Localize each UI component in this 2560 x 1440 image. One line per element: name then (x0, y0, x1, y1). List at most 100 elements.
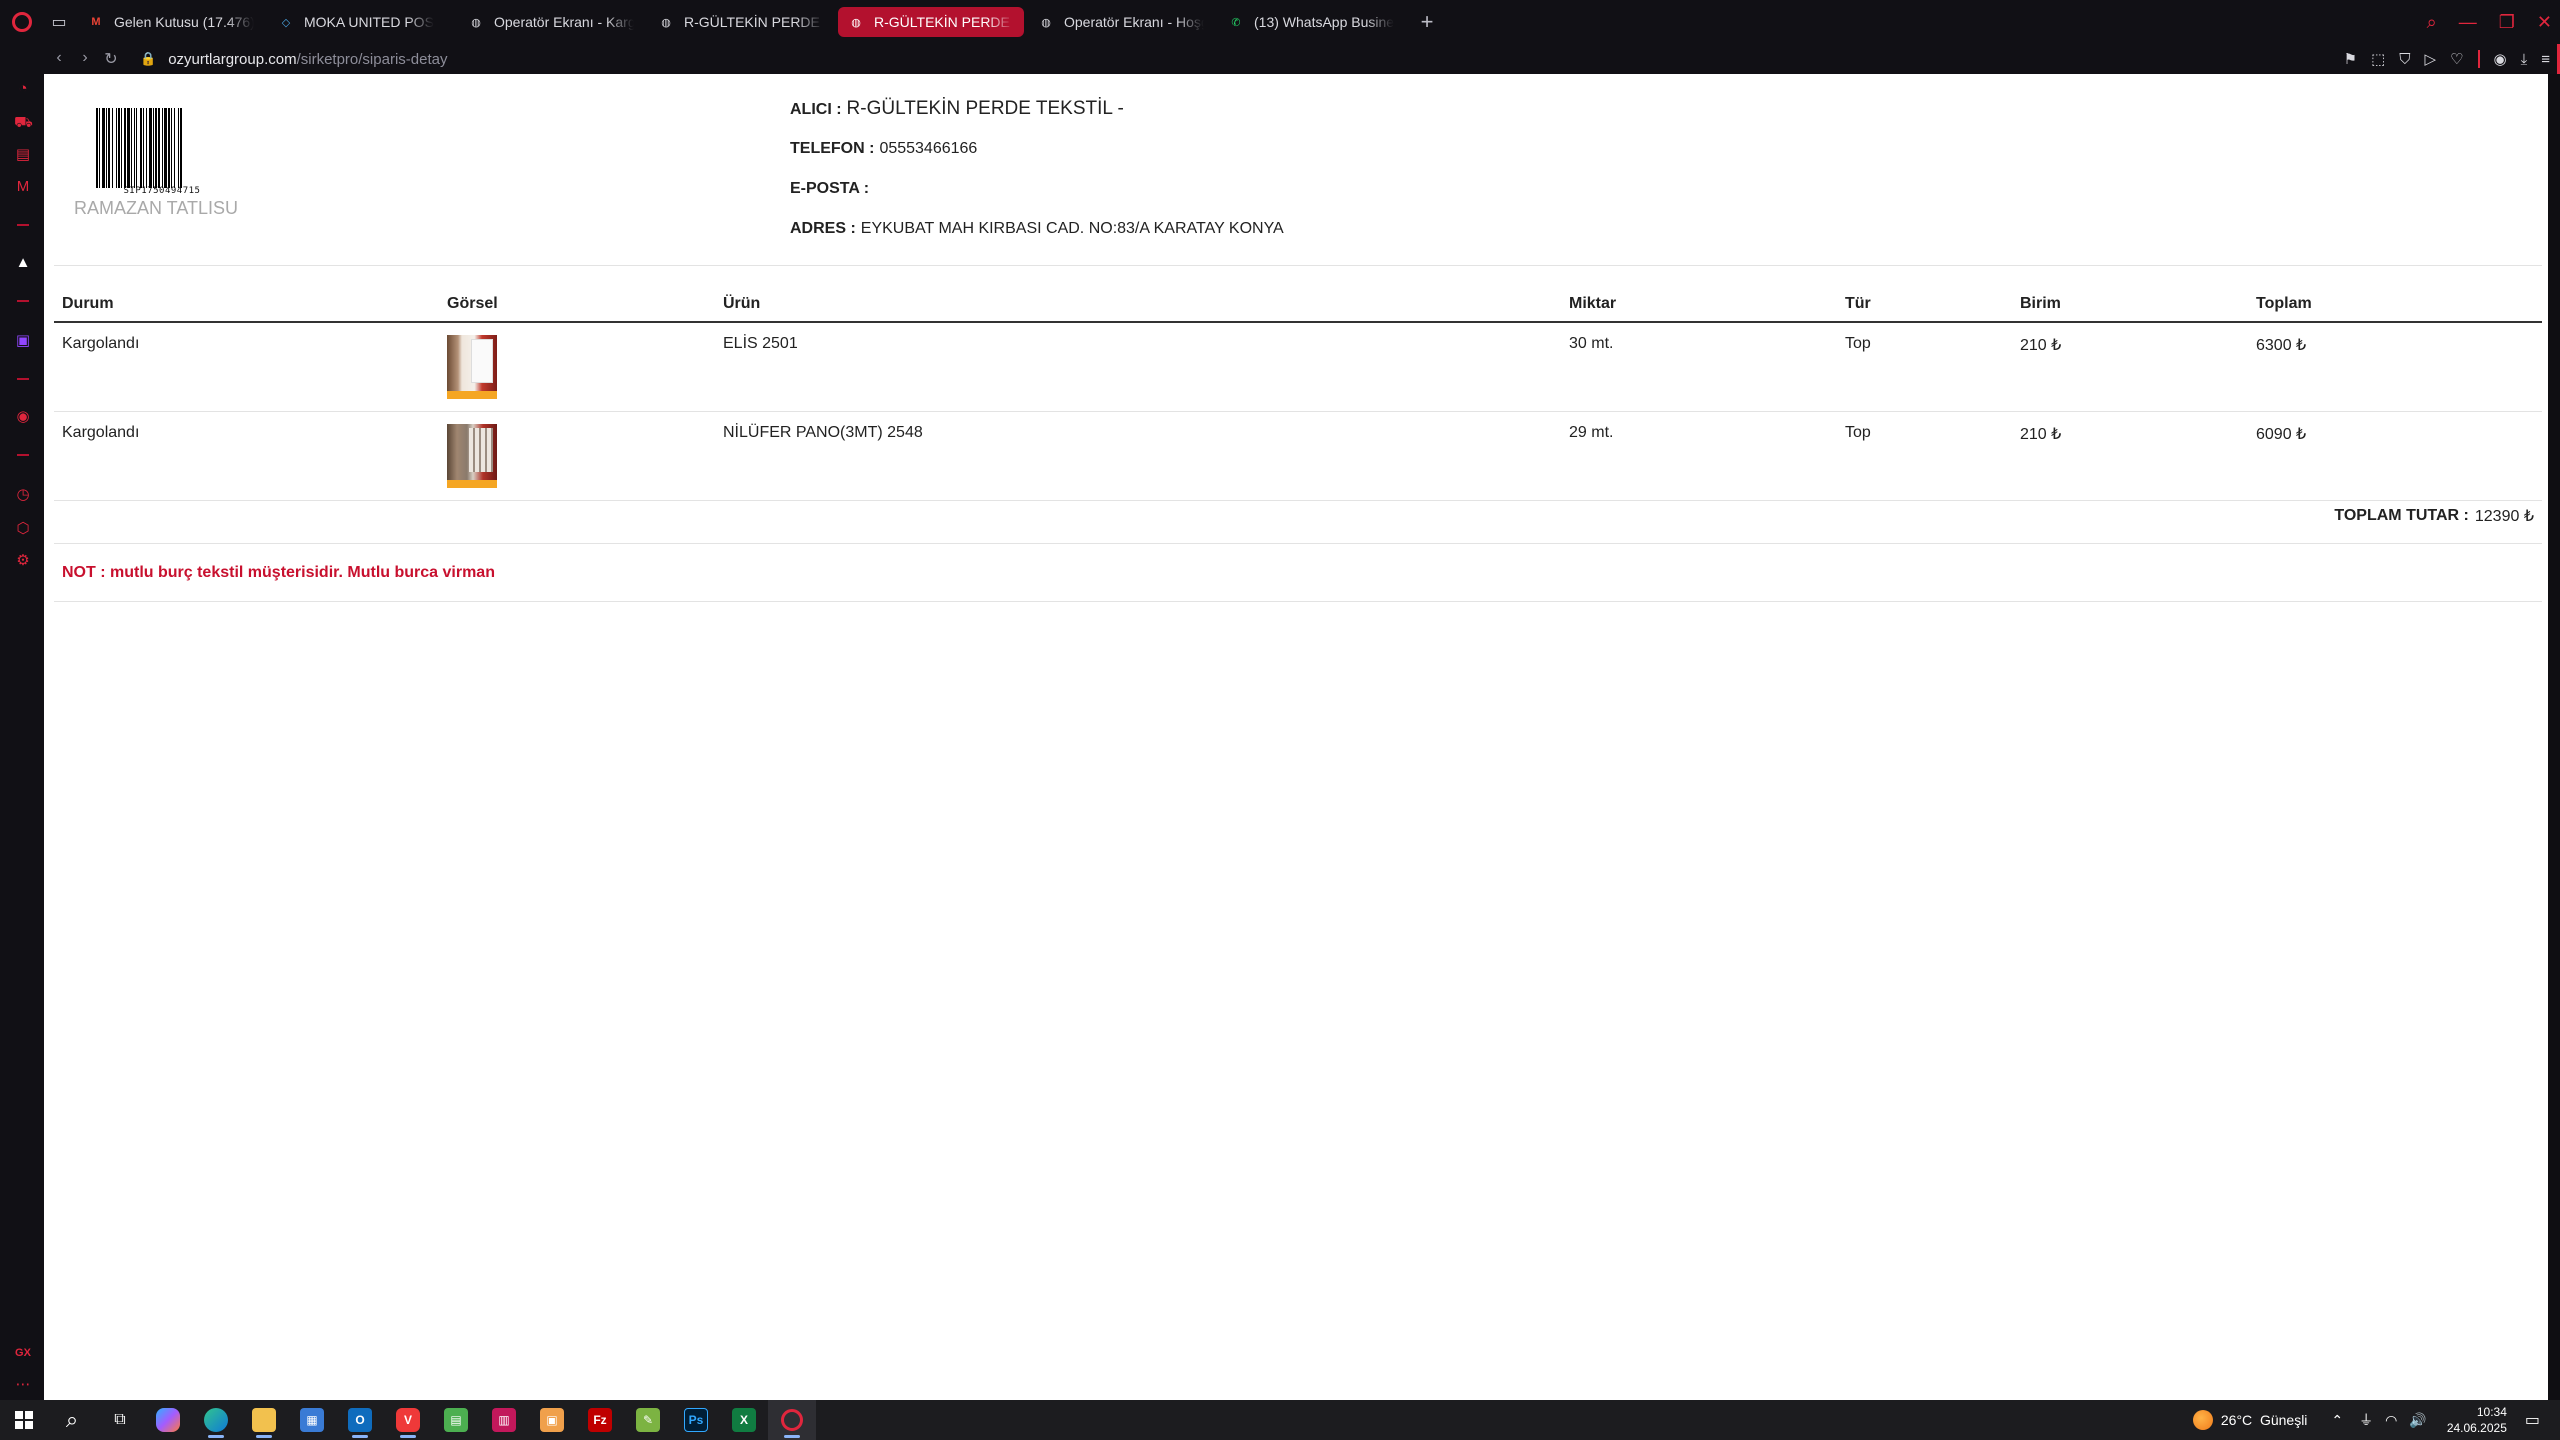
globe-icon: ◍ (661, 16, 671, 29)
file-explorer-button[interactable] (240, 1400, 288, 1440)
barcode-bar (164, 108, 167, 188)
sidebar-divider (17, 300, 29, 302)
product-thumbnail[interactable] (447, 424, 497, 488)
product-thumbnail[interactable] (447, 335, 497, 399)
cell-qty: 30 mt. (1561, 322, 1837, 412)
gmail-sidebar-icon[interactable]: M (14, 178, 32, 196)
sidebar-divider (17, 454, 29, 456)
opera-logo-icon (12, 12, 32, 32)
browser-tab[interactable]: M Gelen Kutusu (17.476) - cl (78, 7, 264, 37)
browser-tab[interactable]: ◍ Operatör Ekranı - Hoşgel (1028, 7, 1214, 37)
receiver-label: ALICI : (790, 101, 842, 118)
filezilla-button[interactable]: Fz (576, 1400, 624, 1440)
barcode-image (96, 108, 182, 188)
notepad-button[interactable]: ✎ (624, 1400, 672, 1440)
chevron-up-icon[interactable]: ⌃ (2331, 1412, 2343, 1429)
settings-icon[interactable]: ⚙ (14, 552, 32, 570)
player-sidebar-icon[interactable]: ◉ (14, 408, 32, 426)
tab-strip: M Gelen Kutusu (17.476) - cl ◇ MOKA UNITED … (74, 7, 1404, 37)
browser-tab[interactable]: ✆ (13) WhatsApp Business (1218, 7, 1404, 37)
header-toplam: Toplam (2248, 288, 2542, 323)
order-header: SIP1750494715 RAMAZAN TATLISU ALICI : R-G… (54, 74, 2542, 266)
volume-icon[interactable]: 🔊 (2409, 1412, 2426, 1429)
company-name: RAMAZAN TATLISU (74, 198, 239, 218)
outlook-button[interactable]: O (336, 1400, 384, 1440)
vivaldi-button[interactable]: V (384, 1400, 432, 1440)
easy-setup-icon[interactable]: ≡ (2541, 51, 2550, 68)
barcode-bar (146, 108, 147, 188)
barcode-bar (136, 108, 137, 188)
reload-icon[interactable]: ↻ (98, 49, 124, 69)
app-button-1[interactable]: ▤ (432, 1400, 480, 1440)
clock[interactable]: 10:34 24.06.2025 (2447, 1404, 2507, 1436)
shield-icon[interactable]: ⛉ (2399, 51, 2410, 68)
browser-tab[interactable]: ◇ MOKA UNITED POS (268, 7, 454, 37)
more-icon[interactable]: ⋯ (14, 1376, 32, 1394)
cell-type: Top (1837, 322, 2012, 412)
header-miktar: Miktar (1561, 288, 1837, 323)
taskbar-search-button[interactable]: ⌕ (48, 1400, 96, 1440)
app-icon: ▣ (540, 1408, 564, 1432)
opera-gx-button[interactable] (768, 1400, 816, 1440)
barcode-number: SIP1750494715 (123, 186, 201, 196)
opera-menu-button[interactable] (0, 0, 44, 44)
barcode-bar (155, 108, 157, 188)
search-icon[interactable]: ⌕ (2427, 12, 2437, 33)
tab-title: MOKA UNITED POS (304, 14, 434, 30)
back-icon[interactable]: ‹ (46, 49, 72, 69)
barcode-bar (168, 108, 170, 188)
aria-ai-icon[interactable]: ▲ (14, 254, 32, 272)
whatsapp-icon: ✆ (1231, 16, 1241, 29)
new-tab-button[interactable]: + (1412, 7, 1442, 37)
close-icon[interactable]: ✕ (2537, 12, 2552, 33)
windows-taskbar: ⌕ ⧉ ▦ O V ▤ ▥ ▣ Fz ✎ Ps X 26°C Güneşli ⌃… (0, 1400, 2560, 1440)
phone-label: TELEFON : (790, 140, 875, 157)
gx-icon[interactable]: GX (14, 1344, 32, 1362)
heart-icon[interactable]: ♡ (2450, 50, 2463, 68)
minimize-icon[interactable]: — (2459, 12, 2477, 33)
bookmark-icon[interactable]: ⚑ (2344, 50, 2357, 68)
url-field[interactable]: 🔒 ozyurtlargroup.com/sirketpro/siparis-d… (140, 51, 447, 68)
copilot-button[interactable] (144, 1400, 192, 1440)
cube-icon[interactable]: ⬡ (14, 520, 32, 538)
filezilla-icon: Fz (588, 1408, 612, 1432)
address-bar: ‹ › ↻ 🔒 ozyurtlargroup.com/sirketpro/sip… (0, 44, 2560, 74)
restore-icon[interactable]: ❐ (2499, 12, 2515, 33)
snapshot-icon[interactable]: ⬚ (2371, 50, 2385, 68)
store-button[interactable]: ▦ (288, 1400, 336, 1440)
wallet-icon[interactable]: ▤ (14, 146, 32, 164)
task-view-button[interactable]: ⧉ (96, 1400, 144, 1440)
browser-tab[interactable]: ◍ R-GÜLTEKİN PERDE TEKS (648, 7, 834, 37)
url-path: /sirketpro/siparis-detay (296, 50, 448, 68)
history-icon[interactable]: ◷ (14, 486, 32, 504)
forward-icon[interactable]: › (72, 49, 98, 69)
aria-icon[interactable]: ◔ (14, 80, 32, 98)
shopping-icon[interactable]: ⛟ (14, 114, 33, 132)
player-icon[interactable]: ▷ (2425, 50, 2437, 68)
edge-button[interactable] (192, 1400, 240, 1440)
total-value: 12390 ₺ (2474, 507, 2534, 525)
table-header-row: Durum Görsel Ürün Miktar Tür Birim Topla… (54, 288, 2542, 323)
browser-tab[interactable]: ◍ Operatör Ekranı - Kargoy (458, 7, 644, 37)
workspaces-icon[interactable]: ▭ (44, 0, 74, 44)
browser-tab[interactable]: ◍ R-GÜLTEKİN PERDE TEK (838, 7, 1024, 37)
barcode-bar (121, 108, 122, 188)
profile-icon[interactable]: ◉ (2494, 50, 2507, 68)
cell-unit: 210 ₺ (2012, 322, 2248, 412)
notification-icon[interactable]: ▭ (2525, 1410, 2540, 1430)
order-items-table: Durum Görsel Ürün Miktar Tür Birim Topla… (54, 288, 2542, 501)
start-button[interactable] (0, 1400, 48, 1440)
usb-icon[interactable]: ⏚ (2359, 1410, 2373, 1430)
app-button-2[interactable]: ▥ (480, 1400, 528, 1440)
barcode-bar (106, 108, 107, 188)
download-icon[interactable]: ⤓ (2521, 51, 2528, 68)
weather-widget[interactable]: 26°C Güneşli (2192, 1410, 2307, 1430)
wifi-icon[interactable]: ◠ (2385, 1412, 2397, 1429)
browser-tab-bar: ▭ M Gelen Kutusu (17.476) - cl ◇ MOKA UNITE… (0, 0, 2560, 44)
photoshop-button[interactable]: Ps (672, 1400, 720, 1440)
twitch-icon[interactable]: ▣ (14, 332, 32, 350)
app-button-3[interactable]: ▣ (528, 1400, 576, 1440)
excel-button[interactable]: X (720, 1400, 768, 1440)
moka-icon: ◇ (281, 16, 291, 29)
barcode-bar (108, 108, 110, 188)
